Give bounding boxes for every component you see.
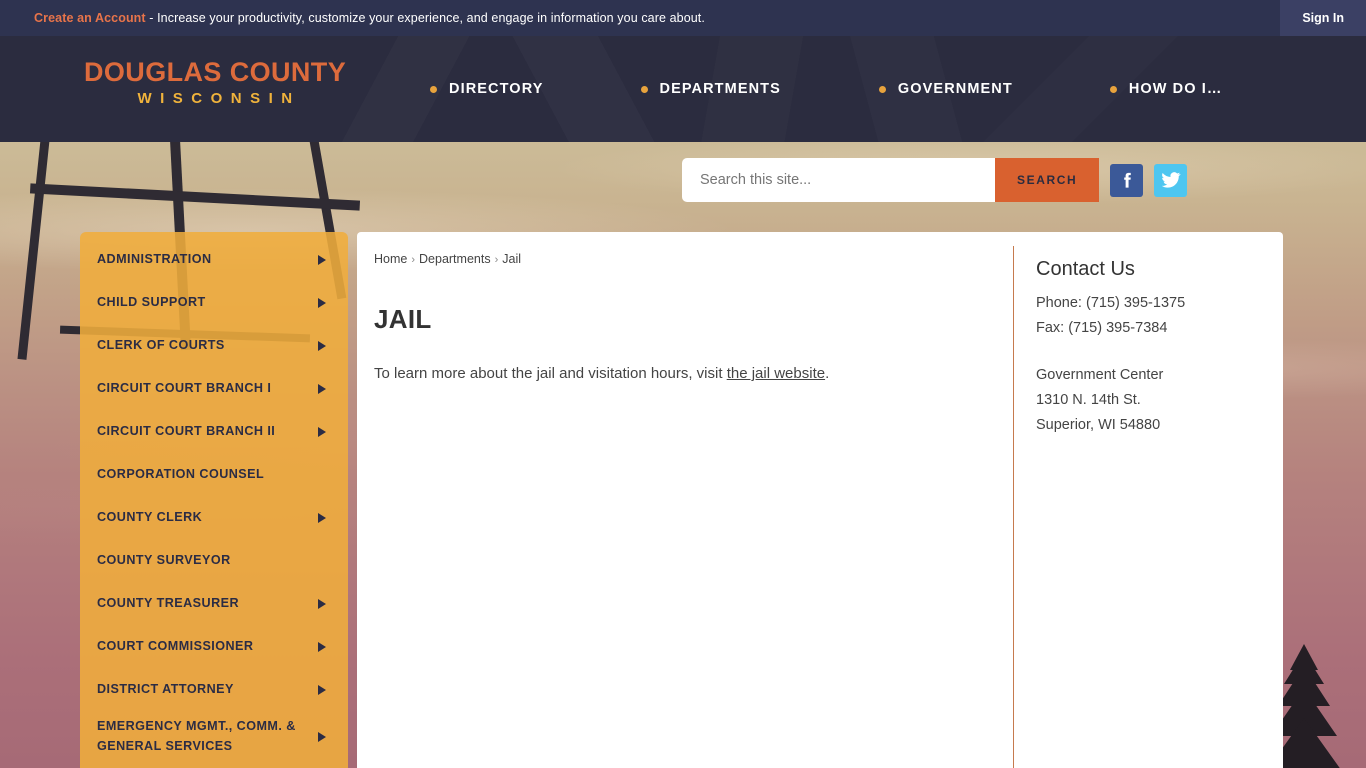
nav-item-how-do-i[interactable]: HOW DO I… bbox=[1109, 81, 1223, 97]
sidebar-item-corporation-counsel[interactable]: CORPORATION COUNSEL bbox=[80, 453, 348, 496]
breadcrumb-current: Jail bbox=[502, 252, 522, 266]
sidebar-item-emergency-mgmt[interactable]: EMERGENCY MGMT., COMM. & GENERAL SERVICE… bbox=[80, 711, 348, 762]
chevron-right-icon bbox=[318, 731, 326, 742]
site-search-row: SEARCH bbox=[682, 158, 1188, 202]
chevron-right-icon bbox=[318, 598, 326, 609]
search-button[interactable]: SEARCH bbox=[995, 158, 1100, 202]
sidebar-item-county-surveyor[interactable]: COUNTY SURVEYOR bbox=[80, 539, 348, 582]
body-text-suffix: . bbox=[825, 365, 830, 382]
sidebar-item-label: COUNTY SURVEYOR bbox=[97, 552, 231, 567]
create-account-link[interactable]: Create an Account bbox=[34, 11, 146, 25]
site-logo[interactable]: DOUGLAS COUNTY WISCONSIN bbox=[84, 57, 347, 108]
logo-county-name: DOUGLAS COUNTY bbox=[84, 57, 347, 87]
sidebar-item-label: CIRCUIT COURT BRANCH II bbox=[97, 423, 276, 438]
bullet-dot-icon bbox=[430, 85, 437, 93]
sidebar-item-label: CORPORATION COUNSEL bbox=[97, 466, 265, 481]
bullet-dot-icon bbox=[1109, 85, 1117, 93]
jail-website-link[interactable]: the jail website bbox=[727, 365, 825, 382]
nav-label: GOVERNMENT bbox=[897, 81, 1013, 97]
contact-phone: Phone: (715) 395-1375 bbox=[1036, 295, 1186, 311]
twitter-icon[interactable] bbox=[1154, 163, 1188, 197]
nav-item-directory[interactable]: DIRECTORY bbox=[430, 81, 544, 97]
page-body-text: To learn more about the jail and visitat… bbox=[374, 363, 972, 386]
nav-item-government[interactable]: GOVERNMENT bbox=[878, 81, 1013, 97]
sidebar-item-label: COUNTY CLERK bbox=[97, 509, 203, 524]
breadcrumb-separator: › bbox=[494, 254, 499, 266]
nav-label: DEPARTMENTS bbox=[659, 81, 781, 97]
sidebar-item-label: CHILD SUPPORT bbox=[97, 294, 206, 309]
logo-state-name: WISCONSIN bbox=[137, 90, 301, 108]
sidebar-item-county-clerk[interactable]: COUNTY CLERK bbox=[80, 496, 348, 539]
body-text-prefix: To learn more about the jail and visitat… bbox=[374, 365, 727, 382]
contact-spacer bbox=[1036, 341, 1185, 363]
sidebar-item-district-attorney[interactable]: DISTRICT ATTORNEY bbox=[80, 668, 348, 711]
departments-sidebar: ADMINISTRATION CHILD SUPPORT CLERK OF CO… bbox=[80, 232, 348, 768]
sidebar-item-label: CLERK OF COURTS bbox=[97, 337, 225, 352]
search-input[interactable] bbox=[682, 158, 995, 202]
contact-us-panel: Contact Us Phone: (715) 395-1375 Fax: (7… bbox=[1013, 246, 1205, 768]
page-title: JAIL bbox=[374, 304, 432, 334]
contact-fax: Fax: (715) 395-7384 bbox=[1036, 319, 1168, 336]
sidebar-item-label: CIRCUIT COURT BRANCH I bbox=[97, 380, 272, 395]
top-utility-bar: Create an Account - Increase your produc… bbox=[0, 0, 1366, 36]
chevron-right-icon bbox=[318, 297, 326, 308]
chevron-right-icon bbox=[318, 383, 326, 394]
contact-us-title: Contact Us bbox=[1036, 258, 1135, 280]
topbar-message-text: - Increase your productivity, customize … bbox=[145, 11, 705, 25]
sign-in-button[interactable]: Sign In bbox=[1280, 0, 1366, 36]
contact-address-line-2: 1310 N. 14th St. bbox=[1036, 391, 1141, 408]
chevron-right-icon bbox=[318, 254, 326, 265]
bullet-dot-icon bbox=[640, 85, 648, 93]
breadcrumb-separator: › bbox=[411, 254, 416, 266]
nav-item-departments[interactable]: DEPARTMENTS bbox=[640, 81, 781, 97]
contact-address-line-1: Government Center bbox=[1036, 366, 1164, 383]
chevron-right-icon bbox=[318, 340, 326, 351]
topbar-message: Create an Account - Increase your produc… bbox=[0, 11, 705, 25]
sidebar-item-label: DISTRICT ATTORNEY bbox=[97, 681, 234, 696]
sidebar-item-label: EMERGENCY MGMT., COMM. & GENERAL SERVICE… bbox=[97, 719, 296, 753]
content-body: Home › Departments › Jail JAIL To learn more… bbox=[357, 232, 1002, 768]
bullet-dot-icon bbox=[878, 85, 886, 93]
main-content-panel: Home › Departments › Jail JAIL To learn more… bbox=[357, 232, 1283, 768]
sidebar-item-label: COURT COMMISSIONER bbox=[97, 638, 254, 653]
site-header: DOUGLAS COUNTY WISCONSIN DIRECTORY DEPAR… bbox=[0, 36, 1366, 142]
sidebar-item-label: ADMINISTRATION bbox=[97, 251, 212, 266]
contact-address-line-3: Superior, WI 54880 bbox=[1036, 416, 1161, 433]
sidebar-item-circuit-court-branch-i[interactable]: CIRCUIT COURT BRANCH I bbox=[80, 367, 348, 410]
chevron-right-icon bbox=[318, 641, 326, 652]
breadcrumb-departments[interactable]: Departments bbox=[419, 252, 491, 266]
sidebar-item-county-treasurer[interactable]: COUNTY TREASURER bbox=[80, 582, 348, 625]
sidebar-item-court-commissioner[interactable]: COURT COMMISSIONER bbox=[80, 625, 348, 668]
chevron-right-icon bbox=[318, 684, 326, 695]
nav-label: HOW DO I… bbox=[1128, 81, 1223, 97]
nav-label: DIRECTORY bbox=[449, 81, 544, 97]
sidebar-item-administration[interactable]: ADMINISTRATION bbox=[80, 238, 348, 281]
facebook-icon[interactable] bbox=[1110, 163, 1144, 197]
sidebar-item-child-support[interactable]: CHILD SUPPORT bbox=[80, 281, 348, 324]
sidebar-item-label: COUNTY TREASURER bbox=[97, 595, 240, 610]
sidebar-item-clerk-of-courts[interactable]: CLERK OF COURTS bbox=[80, 324, 348, 367]
chevron-right-icon bbox=[318, 512, 326, 523]
breadcrumb: Home › Departments › Jail bbox=[374, 246, 972, 266]
sidebar-item-circuit-court-branch-ii[interactable]: CIRCUIT COURT BRANCH II bbox=[80, 410, 348, 453]
page-root: Create an Account - Increase your produc… bbox=[0, 0, 1366, 768]
breadcrumb-home[interactable]: Home bbox=[374, 252, 407, 266]
main-navigation: DIRECTORY DEPARTMENTS GOVERNMENT HOW DO … bbox=[430, 36, 1222, 142]
chevron-right-icon bbox=[318, 426, 326, 437]
